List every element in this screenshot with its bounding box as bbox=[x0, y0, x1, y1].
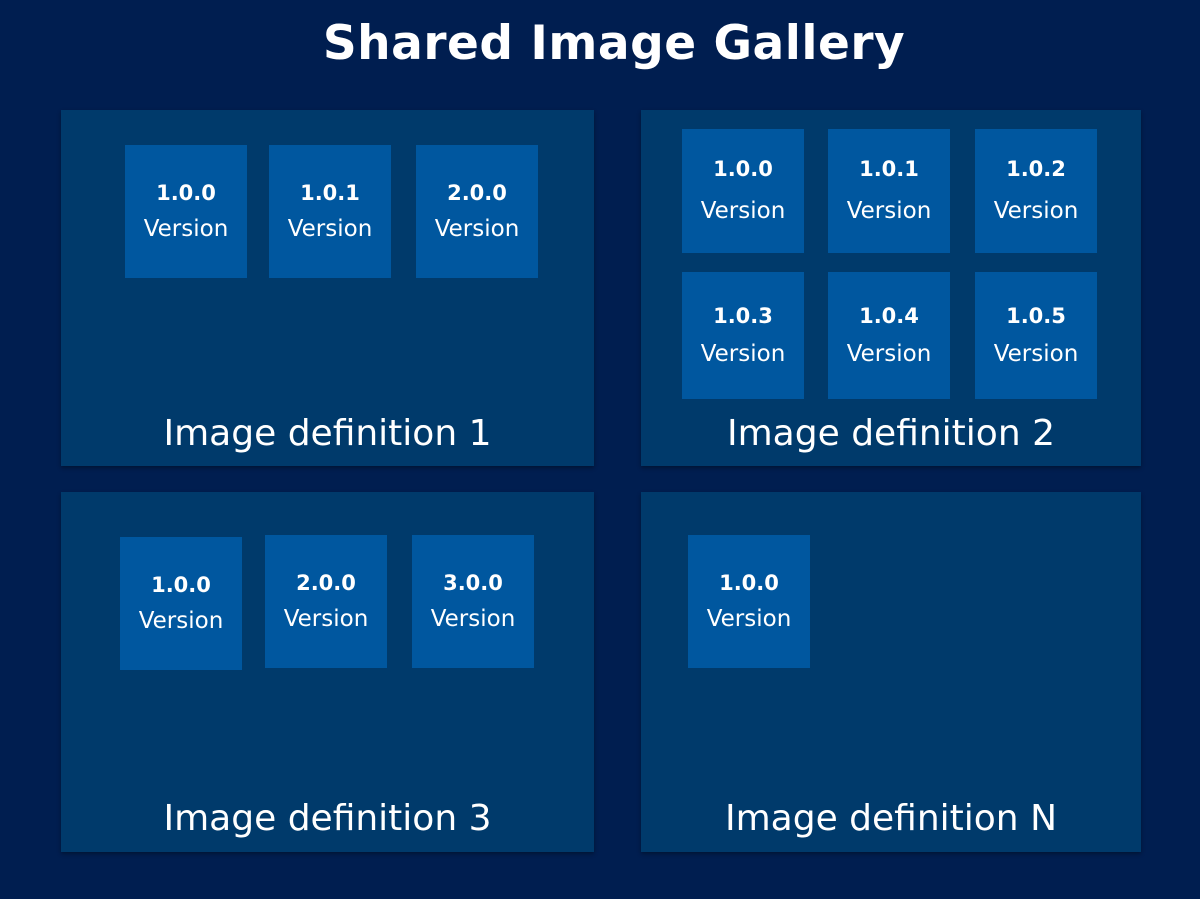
version-tile: 1.0.5 Version bbox=[975, 272, 1097, 399]
version-number: 1.0.0 bbox=[151, 572, 211, 597]
version-number: 1.0.5 bbox=[1006, 303, 1066, 328]
image-definition-3-panel: 1.0.0 Version 2.0.0 Version 3.0.0 Versio… bbox=[61, 492, 594, 852]
image-definition-label: Image definition N bbox=[724, 798, 1057, 839]
version-number: 2.0.0 bbox=[447, 180, 507, 205]
version-label: Version bbox=[700, 198, 786, 224]
version-tile: 1.0.3 Version bbox=[682, 272, 804, 399]
version-label: Version bbox=[846, 340, 932, 367]
gallery-title: Shared Image Gallery bbox=[322, 16, 906, 71]
version-tile: 1.0.2 Version bbox=[975, 129, 1097, 253]
version-number: 1.0.1 bbox=[859, 157, 919, 181]
image-definition-label: Image definition 1 bbox=[163, 413, 492, 454]
version-label: Version bbox=[430, 605, 516, 632]
version-label: Version bbox=[993, 340, 1079, 367]
version-label: Version bbox=[283, 605, 369, 632]
version-number: 3.0.0 bbox=[443, 570, 503, 595]
version-number: 1.0.3 bbox=[713, 303, 773, 328]
version-tile: 1.0.0 Version bbox=[120, 537, 242, 670]
image-definition-label: Image definition 3 bbox=[163, 798, 492, 839]
version-number: 1.0.0 bbox=[719, 570, 779, 595]
version-label: Version bbox=[993, 198, 1079, 224]
version-label: Version bbox=[434, 215, 520, 242]
version-tile: 1.0.4 Version bbox=[828, 272, 950, 399]
version-number: 2.0.0 bbox=[296, 570, 356, 595]
version-number: 1.0.0 bbox=[713, 157, 773, 181]
version-tile: 2.0.0 Version bbox=[416, 145, 538, 278]
version-tile: 2.0.0 Version bbox=[265, 535, 387, 668]
version-number: 1.0.4 bbox=[859, 303, 919, 328]
version-tile: 1.0.1 Version bbox=[269, 145, 391, 278]
version-tile: 1.0.0 Version bbox=[125, 145, 247, 278]
version-label: Version bbox=[287, 215, 373, 242]
version-number: 1.0.0 bbox=[156, 180, 216, 205]
version-number: 1.0.1 bbox=[300, 180, 360, 205]
image-definition-1-panel: 1.0.0 Version 1.0.1 Version 2.0.0 Versio… bbox=[61, 110, 594, 466]
version-tile: 1.0.0 Version bbox=[688, 535, 810, 668]
version-label: Version bbox=[846, 198, 932, 224]
version-tile: 1.0.0 Version bbox=[682, 129, 804, 253]
image-definition-label: Image definition 2 bbox=[727, 413, 1055, 454]
version-label: Version bbox=[706, 605, 792, 632]
version-label: Version bbox=[700, 340, 786, 367]
image-definition-2-panel: 1.0.0 Version 1.0.1 Version 1.0.2 Versio… bbox=[641, 110, 1141, 466]
version-number: 1.0.2 bbox=[1006, 157, 1066, 181]
version-tile: 1.0.1 Version bbox=[828, 129, 950, 253]
image-definition-n-panel: 1.0.0 Version Image definition N bbox=[641, 492, 1141, 852]
version-tile: 3.0.0 Version bbox=[412, 535, 534, 668]
version-label: Version bbox=[143, 215, 229, 242]
version-label: Version bbox=[138, 607, 224, 634]
shared-image-gallery-diagram: Shared Image Gallery 1.0.0 Version 1.0.1… bbox=[0, 0, 1200, 899]
